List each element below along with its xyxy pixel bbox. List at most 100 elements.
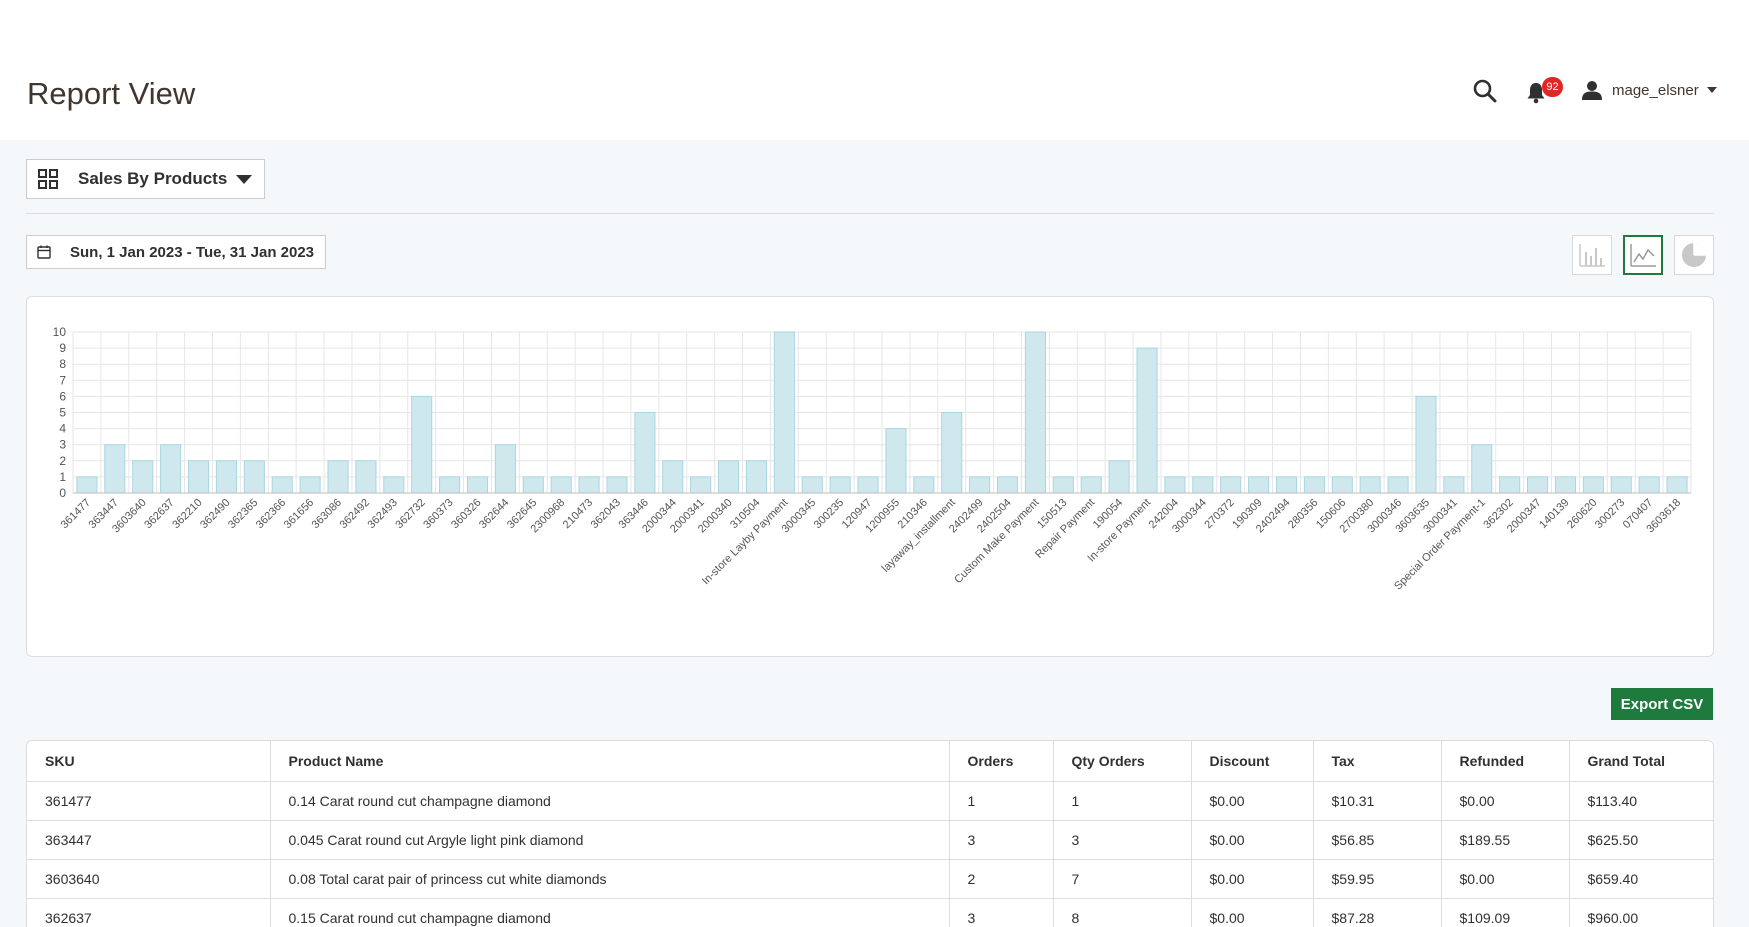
bar[interactable] xyxy=(1331,476,1353,494)
bar[interactable] xyxy=(857,476,879,494)
cell-sku: 361477 xyxy=(27,781,271,821)
y-tick-label: 9 xyxy=(59,341,66,355)
bar[interactable] xyxy=(1471,444,1493,494)
x-tick-label: 362366 xyxy=(254,497,288,531)
bar[interactable] xyxy=(439,476,461,494)
bar[interactable] xyxy=(1024,331,1046,494)
x-tick-label: 270372 xyxy=(1202,497,1236,531)
notifications-button[interactable]: 92 xyxy=(1526,77,1563,106)
column-header-grand-total[interactable]: Grand Total xyxy=(1569,741,1713,782)
dashboard-grid-icon xyxy=(38,169,58,189)
bar[interactable] xyxy=(606,476,628,494)
bar[interactable] xyxy=(969,476,991,494)
notification-badge: 92 xyxy=(1542,77,1563,97)
user-menu[interactable]: mage_elsner xyxy=(1582,78,1717,102)
column-header-tax[interactable]: Tax xyxy=(1313,741,1442,782)
bar[interactable] xyxy=(104,444,126,494)
bar[interactable] xyxy=(1220,476,1242,494)
bar[interactable] xyxy=(1443,476,1465,494)
x-tick-label: 361656 xyxy=(282,497,316,531)
bar[interactable] xyxy=(1638,476,1660,494)
date-range-text: Sun, 1 Jan 2023 - Tue, 31 Jan 2023 xyxy=(70,243,315,261)
calendar-icon xyxy=(37,245,51,259)
bar[interactable] xyxy=(132,460,154,494)
bar[interactable] xyxy=(1610,476,1632,494)
bar[interactable] xyxy=(1303,476,1325,494)
search-icon[interactable] xyxy=(1472,78,1498,104)
column-header-product-name[interactable]: Product Name xyxy=(270,741,950,782)
cell-tax: $59.95 xyxy=(1313,859,1442,899)
x-tick-label: 210473 xyxy=(561,497,595,531)
line-chart-icon xyxy=(1630,244,1656,267)
bar[interactable] xyxy=(522,476,544,494)
chevron-down-icon xyxy=(1706,87,1717,93)
bar[interactable] xyxy=(1248,476,1270,494)
bar[interactable] xyxy=(466,476,489,494)
bar[interactable] xyxy=(1052,476,1074,494)
bar[interactable] xyxy=(578,476,600,494)
bar[interactable] xyxy=(243,460,265,494)
bar[interactable] xyxy=(801,476,823,494)
bar[interactable] xyxy=(996,476,1019,494)
bar[interactable] xyxy=(1554,476,1577,494)
x-tick-label: 280356 xyxy=(1286,497,1320,531)
column-header-sku[interactable]: SKU xyxy=(27,741,271,782)
bar[interactable] xyxy=(1359,476,1381,494)
cell-tax: $10.31 xyxy=(1313,781,1442,821)
column-header-discount[interactable]: Discount xyxy=(1191,741,1314,782)
bar[interactable] xyxy=(1275,476,1298,494)
bar[interactable] xyxy=(1164,476,1186,494)
report-type-select[interactable]: Sales By Products xyxy=(26,159,265,199)
y-tick-label: 10 xyxy=(53,325,67,339)
column-header-qty-orders[interactable]: Qty Orders xyxy=(1053,741,1192,782)
bar-chart-button[interactable] xyxy=(1572,235,1612,275)
bar[interactable] xyxy=(745,460,768,494)
bar[interactable] xyxy=(1582,476,1604,494)
bar[interactable] xyxy=(1527,476,1549,494)
bar[interactable] xyxy=(327,460,349,494)
sales-bar-chart: 0123456789103614773634473603640362637362… xyxy=(53,325,1692,592)
date-range-picker[interactable]: Sun, 1 Jan 2023 - Tue, 31 Jan 2023 xyxy=(26,235,326,269)
export-csv-button[interactable]: Export CSV xyxy=(1611,688,1713,720)
bar[interactable] xyxy=(885,428,907,494)
bar[interactable] xyxy=(271,476,293,494)
column-header-orders[interactable]: Orders xyxy=(949,741,1054,782)
bar[interactable] xyxy=(773,331,795,494)
bar[interactable] xyxy=(1666,476,1688,494)
cell-refunded: $109.09 xyxy=(1441,898,1570,927)
bar[interactable] xyxy=(550,476,572,494)
page-title: Report View xyxy=(27,76,196,111)
bar[interactable] xyxy=(829,476,851,494)
x-tick-label: 362490 xyxy=(198,497,232,531)
bar[interactable] xyxy=(941,412,963,494)
bar[interactable] xyxy=(662,460,684,494)
cell-discount: $0.00 xyxy=(1191,820,1314,860)
bar[interactable] xyxy=(1387,476,1409,494)
bar[interactable] xyxy=(187,460,210,494)
bar[interactable] xyxy=(1499,476,1521,494)
bar[interactable] xyxy=(383,476,405,494)
bar[interactable] xyxy=(913,476,935,494)
bar[interactable] xyxy=(1192,476,1214,494)
bar[interactable] xyxy=(160,444,182,494)
column-header-refunded[interactable]: Refunded xyxy=(1441,741,1570,782)
bar[interactable] xyxy=(494,444,516,494)
cell-grand-total: $625.50 xyxy=(1569,820,1713,860)
bar[interactable] xyxy=(690,476,712,494)
bar[interactable] xyxy=(718,460,740,494)
line-chart-button[interactable] xyxy=(1623,235,1663,275)
bar[interactable] xyxy=(1415,395,1437,494)
bar[interactable] xyxy=(634,412,656,494)
bar[interactable] xyxy=(76,476,98,494)
bar[interactable] xyxy=(1136,347,1158,494)
cell-sku: 3603640 xyxy=(27,859,271,899)
bar[interactable] xyxy=(215,460,237,494)
bar[interactable] xyxy=(411,395,433,494)
bar[interactable] xyxy=(355,460,377,494)
cell-orders: 2 xyxy=(949,859,1054,899)
pie-chart-button[interactable] xyxy=(1674,235,1714,275)
bar[interactable] xyxy=(1080,476,1102,494)
bar[interactable] xyxy=(299,476,321,494)
table-row: 361477 0.14 Carat round cut champagne di… xyxy=(27,781,1713,821)
bar[interactable] xyxy=(1108,460,1130,494)
